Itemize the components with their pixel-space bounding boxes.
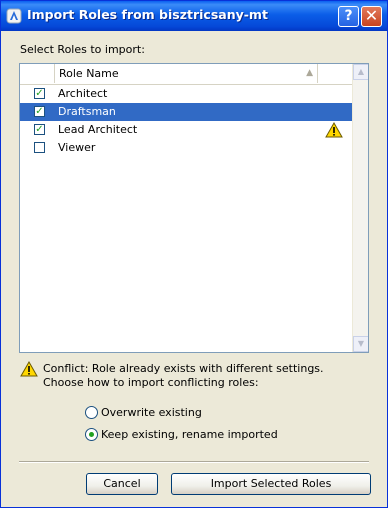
conflict-instruction: Choose how to import conflicting roles: — [43, 376, 259, 389]
role-checkbox[interactable]: ✓ — [34, 124, 45, 135]
conflict-message: Conflict: Role already exists with diffe… — [43, 362, 324, 375]
table-row[interactable]: ✓ Lead Architect — [20, 121, 352, 139]
roles-list[interactable]: Role Name ▲ ✓ Architect ✓ Draftsman ✓ Lead Ar… — [19, 63, 369, 353]
scroll-up-button[interactable]: ▲ — [353, 64, 368, 80]
keep-option[interactable]: Keep existing, rename imported — [85, 428, 285, 444]
role-name-column-header[interactable]: Role Name ▲ — [55, 64, 318, 83]
import-roles-dialog: Import Roles from bisztricsany-mt ? ✕ Se… — [0, 0, 388, 508]
role-checkbox[interactable]: ✓ — [34, 106, 45, 117]
role-checkbox[interactable]: ✓ — [34, 88, 45, 99]
overwrite-radio[interactable] — [85, 406, 98, 419]
window-title: Import Roles from bisztricsany-mt — [27, 7, 268, 22]
separator — [19, 461, 369, 463]
close-button[interactable]: ✕ — [361, 6, 382, 27]
title-bar[interactable]: Import Roles from bisztricsany-mt ? ✕ — [1, 1, 387, 31]
role-name: Viewer — [58, 141, 96, 154]
keep-label[interactable]: Keep existing, rename imported — [101, 428, 278, 441]
checkbox-column-header[interactable] — [20, 64, 55, 83]
conflict-warning-icon — [325, 122, 343, 138]
overwrite-option[interactable]: Overwrite existing — [85, 406, 225, 422]
role-checkbox[interactable] — [34, 142, 45, 153]
help-button[interactable]: ? — [338, 6, 359, 27]
role-name: Lead Architect — [58, 123, 138, 136]
select-roles-label: Select Roles to import: — [20, 43, 145, 56]
warning-icon — [20, 361, 38, 377]
import-selected-roles-button[interactable]: Import Selected Roles — [171, 473, 371, 495]
role-rows: ✓ Architect ✓ Draftsman ✓ Lead Architect Viewe… — [20, 85, 352, 157]
overwrite-label[interactable]: Overwrite existing — [101, 406, 202, 419]
keep-radio[interactable] — [85, 428, 98, 441]
sort-ascending-icon: ▲ — [306, 68, 313, 78]
cancel-button[interactable]: Cancel — [86, 473, 158, 495]
table-row[interactable]: ✓ Architect — [20, 85, 352, 103]
list-header: Role Name ▲ — [20, 64, 352, 85]
role-name: Architect — [58, 87, 108, 100]
table-row[interactable]: ✓ Draftsman — [20, 103, 352, 121]
app-icon — [6, 8, 22, 24]
vertical-scrollbar[interactable]: ▲ ▼ — [352, 64, 368, 352]
table-row[interactable]: Viewer — [20, 139, 352, 157]
role-name-header-label: Role Name — [59, 67, 119, 80]
scroll-down-button[interactable]: ▼ — [353, 336, 368, 352]
role-name: Draftsman — [58, 105, 116, 118]
radio-selected-dot — [89, 432, 94, 437]
